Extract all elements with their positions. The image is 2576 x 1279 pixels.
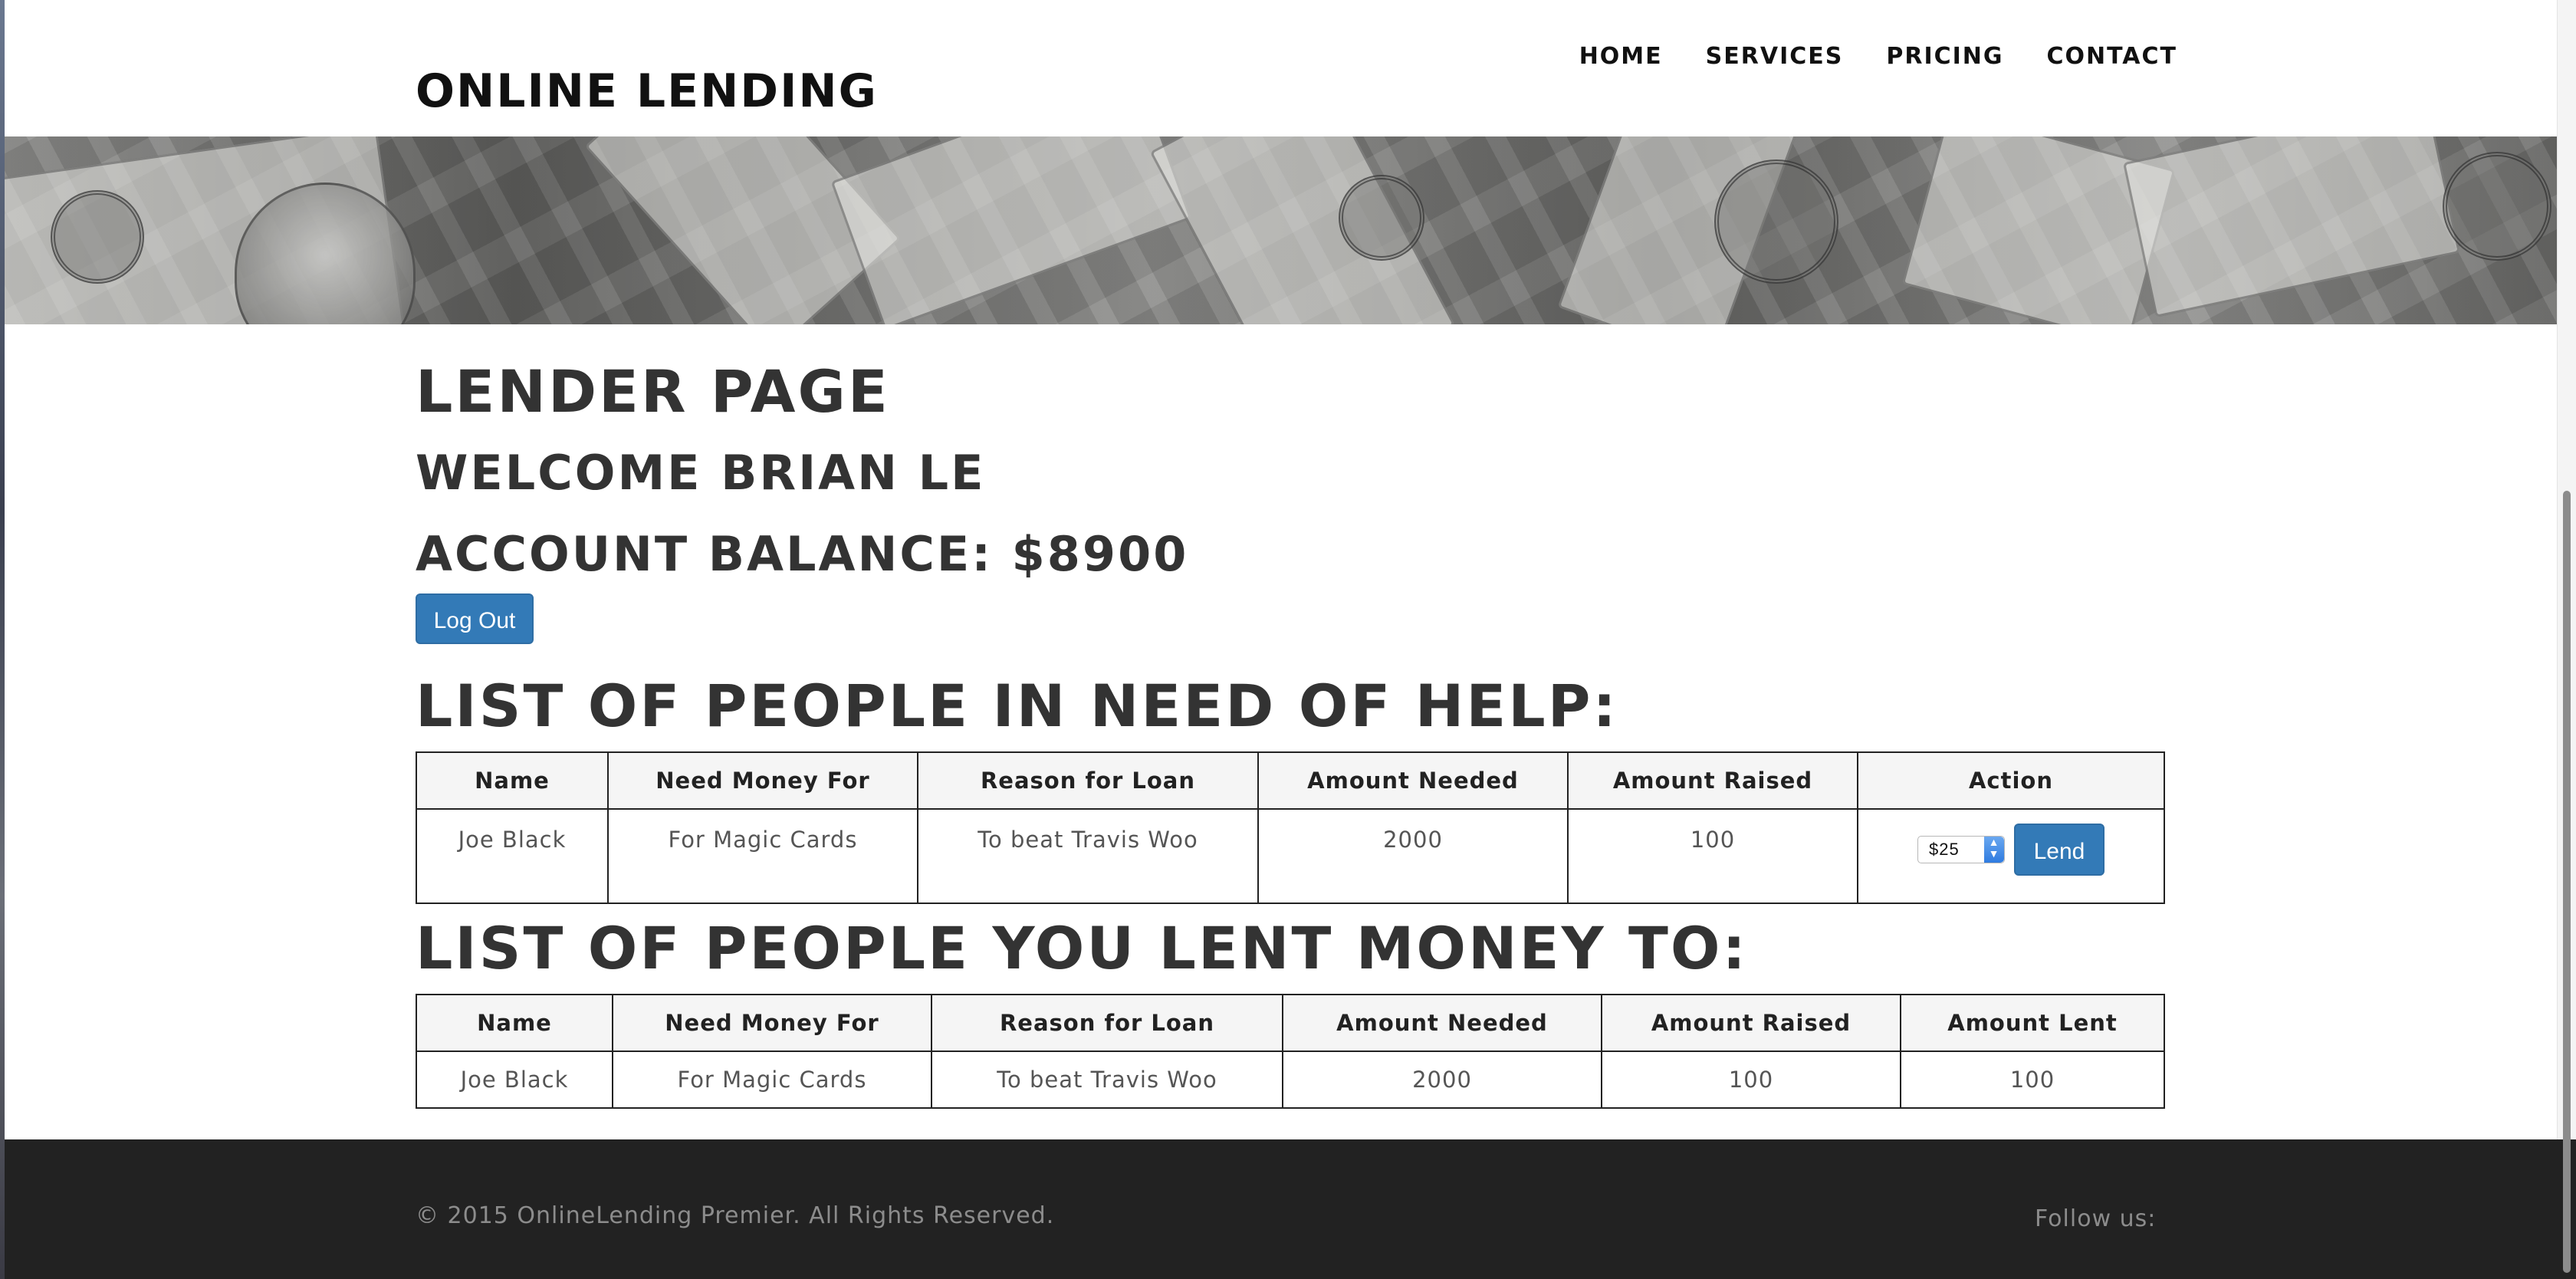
column-header: Need Money For [612,994,932,1052]
site-brand[interactable]: ONLINE LENDING [416,64,878,118]
cell-reason: To beat Travis Woo [917,808,1259,904]
column-header: Need Money For [607,751,918,810]
need-help-table: Name Need Money For Reason for Loan Amou… [416,751,2165,904]
need-help-heading: LIST OF PEOPLE IN NEED OF HELP: [416,672,1618,740]
column-header: Reason for Loan [931,994,1283,1052]
nav-home[interactable]: HOME [1579,43,1663,70]
lend-amount-select[interactable]: $25 ▲ ▼ [1917,836,2005,863]
account-balance: ACCOUNT BALANCE: $8900 [416,526,1189,582]
table-header-row: Name Need Money For Reason for Loan Amou… [416,994,2165,1052]
column-header: Amount Needed [1282,994,1602,1052]
action-controls: $25 ▲ ▼ Lend [1859,824,2163,876]
column-header: Action [1857,751,2165,810]
cell-need-money-for: For Magic Cards [612,1050,932,1109]
lend-button[interactable]: Lend [2014,824,2104,876]
column-header: Name [416,994,613,1052]
column-header: Amount Raised [1601,994,1901,1052]
column-header: Amount Lent [1900,994,2165,1052]
cell-action: $25 ▲ ▼ Lend [1857,808,2165,904]
nav-services[interactable]: SERVICES [1706,43,1844,70]
table-row: Joe Black For Magic Cards To beat Travis… [416,1050,2165,1109]
column-header: Name [416,751,609,810]
main-nav: HOME SERVICES PRICING CONTACT [1536,43,2177,70]
lend-amount-value: $25 [1929,840,1960,859]
column-header: Amount Raised [1567,751,1858,810]
cell-amount-raised: 100 [1567,808,1858,904]
cell-amount-needed: 2000 [1257,808,1569,904]
cell-need-money-for: For Magic Cards [607,808,918,904]
lent-to-table: Name Need Money For Reason for Loan Amou… [416,994,2165,1109]
cell-reason: To beat Travis Woo [931,1050,1283,1109]
cell-name: Joe Black [416,1050,613,1109]
nav-contact[interactable]: CONTACT [2047,43,2177,70]
lent-to-heading: LIST OF PEOPLE YOU LENT MONEY TO: [416,914,1748,982]
cell-name: Joe Black [416,808,609,904]
logout-button[interactable]: Log Out [416,593,534,644]
table-header-row: Name Need Money For Reason for Loan Amou… [416,751,2165,810]
up-down-arrows-icon[interactable]: ▲ ▼ [1984,837,2004,863]
hero-banner-image [5,136,2558,324]
welcome-heading: WELCOME BRIAN LE [416,445,986,501]
cell-amount-raised: 100 [1601,1050,1901,1109]
follow-us-label: Follow us: [2035,1205,2157,1232]
scrollbar-thumb[interactable] [2563,491,2571,1273]
window-edge [0,0,5,1279]
copyright-text: © 2015 OnlineLending Premier. All Rights… [416,1202,1055,1229]
column-header: Amount Needed [1257,751,1569,810]
site-footer: © 2015 OnlineLending Premier. All Rights… [5,1139,2576,1279]
cell-amount-lent: 100 [1900,1050,2165,1109]
nav-pricing[interactable]: PRICING [1886,43,2003,70]
cell-amount-needed: 2000 [1282,1050,1602,1109]
site-header: ONLINE LENDING HOME SERVICES PRICING CON… [5,0,2558,137]
column-header: Reason for Loan [917,751,1259,810]
page-title: LENDER PAGE [416,357,890,426]
table-row: Joe Black For Magic Cards To beat Travis… [416,808,2165,904]
